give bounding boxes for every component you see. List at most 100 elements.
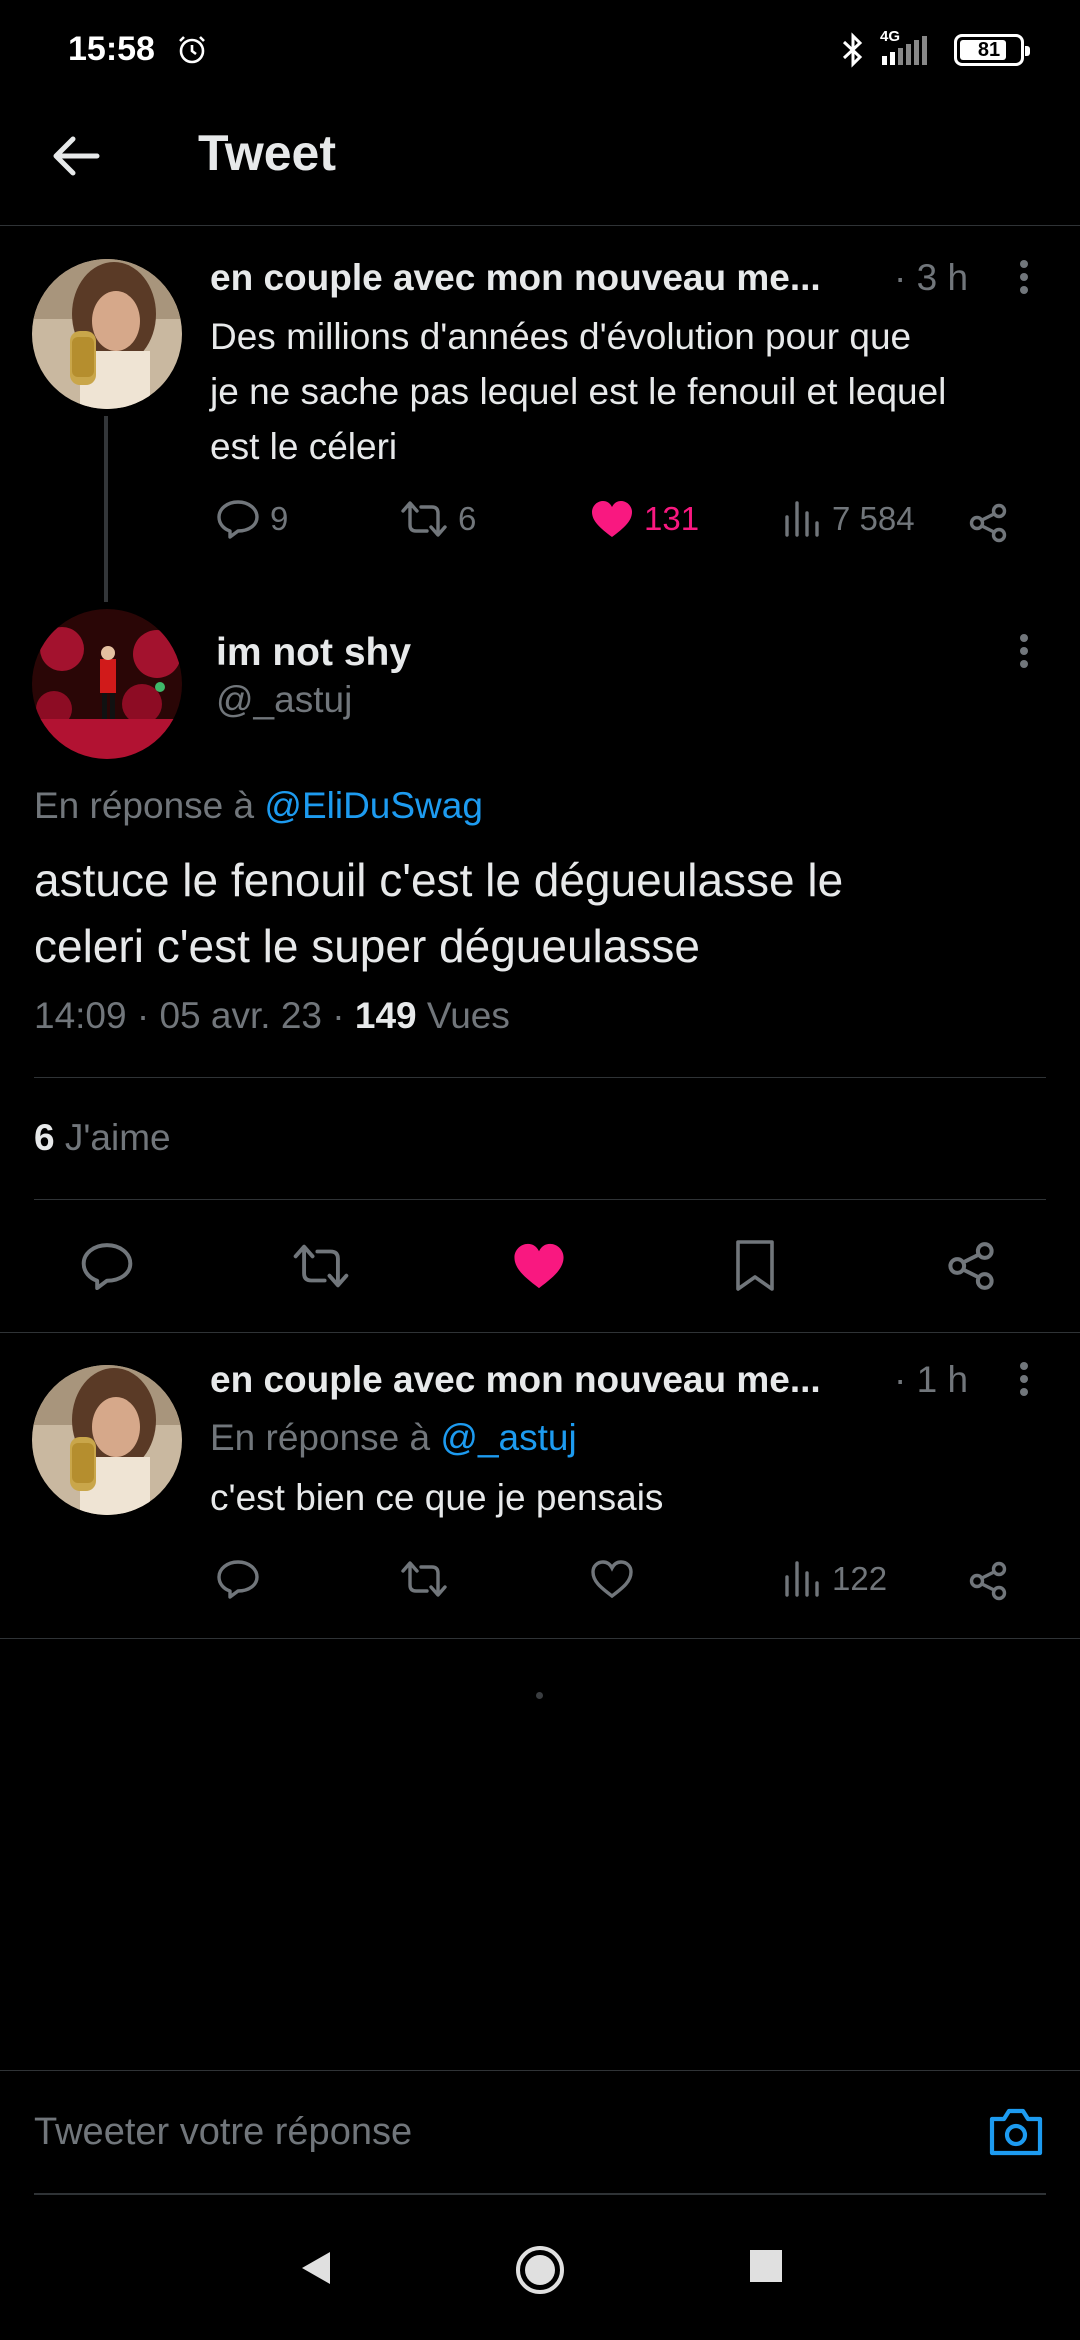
signal-indicator: 4G (880, 28, 940, 68)
share-button[interactable] (968, 1561, 1008, 1601)
back-button[interactable] (44, 124, 108, 188)
tweet-text-line: est le céleri (210, 426, 398, 467)
battery-icon: 81 (954, 34, 1030, 66)
status-bar: 15:58 4G 81 (0, 0, 1080, 100)
views-label[interactable]: Vues (427, 995, 510, 1036)
divider (0, 1638, 1080, 1639)
author-name[interactable]: im not shy (216, 631, 411, 675)
heart-icon (592, 501, 632, 537)
bluetooth-icon (842, 32, 863, 68)
main-tweet: im not shy @_astuj En réponse à @EliDuSw… (0, 607, 1080, 1327)
top-app-bar: Tweet (0, 100, 1080, 226)
more-options-button[interactable] (1004, 631, 1044, 671)
likes-label: J'aime (64, 1117, 171, 1158)
tweet-text-line: Des millions d'années d'évolution pour q… (210, 316, 912, 357)
signal-icon (882, 36, 927, 65)
share-button[interactable] (968, 503, 1008, 543)
views-icon (785, 501, 819, 537)
tweet-time: · 3 h (894, 257, 969, 298)
author-name[interactable]: en couple avec mon nouveau me... (210, 1359, 821, 1401)
back-arrow-icon (53, 136, 100, 176)
avatar-image (32, 1365, 182, 1515)
tweet-time: · 1 h (894, 1359, 969, 1400)
reply-button[interactable]: 9 (216, 499, 288, 539)
status-icons: 4G 81 (840, 28, 1030, 70)
reply-button[interactable] (216, 1559, 260, 1599)
tweet-text-line: celeri c'est le super dégueulasse (34, 920, 700, 972)
retweet-button[interactable] (400, 1559, 448, 1599)
tweet-text-line: je ne sache pas lequel est le fenouil et… (210, 371, 947, 412)
views-button[interactable]: 122 (782, 1559, 887, 1599)
more-icon (1020, 1362, 1028, 1396)
alarm-icon (179, 36, 205, 64)
reply-to-handle[interactable]: @_astuj (440, 1417, 576, 1458)
like-button[interactable] (512, 1241, 566, 1291)
reply-to-prefix: En réponse à (34, 785, 255, 826)
views-count: 122 (832, 1560, 888, 1597)
reply-to-handle[interactable]: @EliDuSwag (264, 785, 483, 826)
reply-composer: Tweeter votre réponse (0, 2070, 1080, 2195)
tweet-text: c'est bien ce que je pensais (210, 1477, 664, 1518)
bookmark-button[interactable] (734, 1239, 776, 1293)
like-button[interactable] (590, 1559, 634, 1599)
tweet-text: astuce le fenouil c'est le dégueulasse l… (34, 847, 843, 979)
share-icon (969, 503, 1007, 543)
page-title: Tweet (198, 125, 336, 181)
share-button[interactable] (946, 1241, 996, 1291)
retweet-icon (401, 501, 447, 537)
battery-level: 81 (977, 38, 1001, 61)
more-icon (1020, 260, 1028, 294)
views-count[interactable]: 149 (355, 995, 417, 1036)
author-handle[interactable]: @_astuj (216, 679, 352, 721)
heart-icon (514, 1243, 564, 1289)
retweet-icon (293, 1244, 349, 1288)
nav-back-icon[interactable] (296, 2248, 336, 2288)
more-options-button[interactable] (1004, 1359, 1044, 1399)
reply-button[interactable] (80, 1241, 134, 1291)
likes-count: 6 (34, 1117, 55, 1158)
author-name[interactable]: en couple avec mon nouveau me... (210, 257, 821, 299)
reply-input[interactable]: Tweeter votre réponse (34, 2111, 412, 2154)
avatar-image (32, 259, 182, 409)
retweet-button[interactable] (292, 1241, 350, 1291)
reply-tweet[interactable]: en couple avec mon nouveau me... · 1 h E… (0, 1333, 1080, 1637)
share-icon (969, 1561, 1007, 1601)
avatar[interactable] (32, 1365, 182, 1515)
heart-outline-icon (591, 1560, 633, 1599)
tweet-text: Des millions d'années d'évolution pour q… (210, 309, 946, 474)
avatar-image (32, 609, 182, 759)
divider (34, 1199, 1046, 1200)
camera-icon[interactable] (988, 2107, 1044, 2157)
reply-context: En réponse à @EliDuSwag (34, 785, 483, 827)
more-icon (1020, 634, 1028, 668)
reply-icon (217, 1560, 259, 1599)
nav-home-icon[interactable] (514, 2244, 566, 2296)
tweet-timestamp: 14:09 · 05 avr. 23 · (34, 995, 345, 1036)
status-time: 15:58 (68, 30, 155, 68)
likes-summary[interactable]: 6 J'aime (34, 1117, 171, 1159)
share-icon (948, 1242, 994, 1290)
thread-connector (104, 416, 108, 602)
system-navigation-bar (0, 2194, 1080, 2340)
reply-icon (81, 1243, 133, 1291)
more-options-button[interactable] (1004, 257, 1044, 297)
divider (34, 1077, 1046, 1078)
bookmark-icon (736, 1240, 774, 1291)
views-count: 7 584 (832, 500, 915, 537)
reply-to-prefix: En réponse à (210, 1417, 431, 1458)
retweet-button[interactable]: 6 (400, 499, 476, 539)
reply-context: En réponse à @_astuj (210, 1417, 577, 1459)
like-count: 131 (644, 500, 700, 537)
reply-icon (217, 500, 259, 539)
parent-tweet[interactable]: en couple avec mon nouveau me... · 3 h D… (0, 227, 1080, 607)
views-button[interactable]: 7 584 (782, 499, 915, 539)
like-button[interactable]: 131 (590, 499, 699, 539)
reply-count: 9 (270, 500, 289, 537)
avatar[interactable] (32, 259, 182, 409)
avatar[interactable] (32, 609, 182, 759)
loading-indicator (536, 1692, 543, 1699)
retweet-icon (401, 1561, 447, 1597)
views-icon (785, 1561, 819, 1597)
retweet-count: 6 (458, 500, 477, 537)
nav-recents-icon[interactable] (748, 2248, 784, 2284)
